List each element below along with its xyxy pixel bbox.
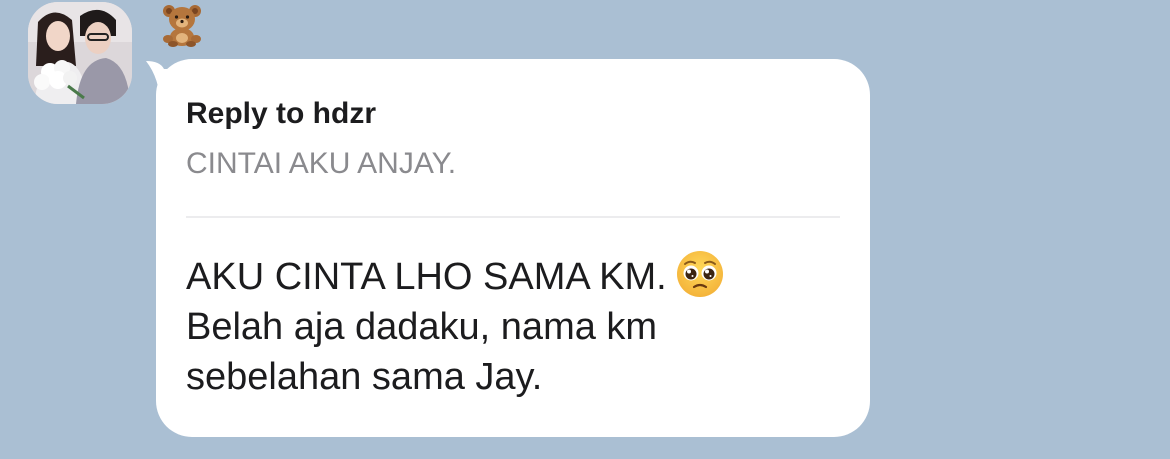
reply-quote[interactable]: Reply to hdzr CINTAI AKU ANJAY. [186, 95, 840, 183]
teddy-bear-emoji-icon [163, 5, 201, 47]
reply-title: Reply to hdzr [186, 97, 377, 130]
profile-photo-couple-icon [28, 2, 132, 104]
message-line-3: sebelahan sama Jay. [186, 356, 543, 398]
message-bubble[interactable]: Reply to hdzr CINTAI AKU ANJAY. AKU CINT… [156, 59, 870, 437]
pleading-face-emoji-icon [676, 251, 723, 297]
reply-snippet: CINTAI AKU ANJAY. [186, 147, 457, 180]
message-line-1: AKU CINTA LHO SAMA KM. [186, 249, 846, 302]
message-line-2: Belah aja dadaku, nama km [186, 306, 658, 348]
sender-avatar[interactable] [28, 2, 132, 104]
message-text: AKU CINTA LHO SAMA KM. Belah aja dadaku,… [186, 249, 846, 402]
reply-divider [186, 216, 840, 218]
